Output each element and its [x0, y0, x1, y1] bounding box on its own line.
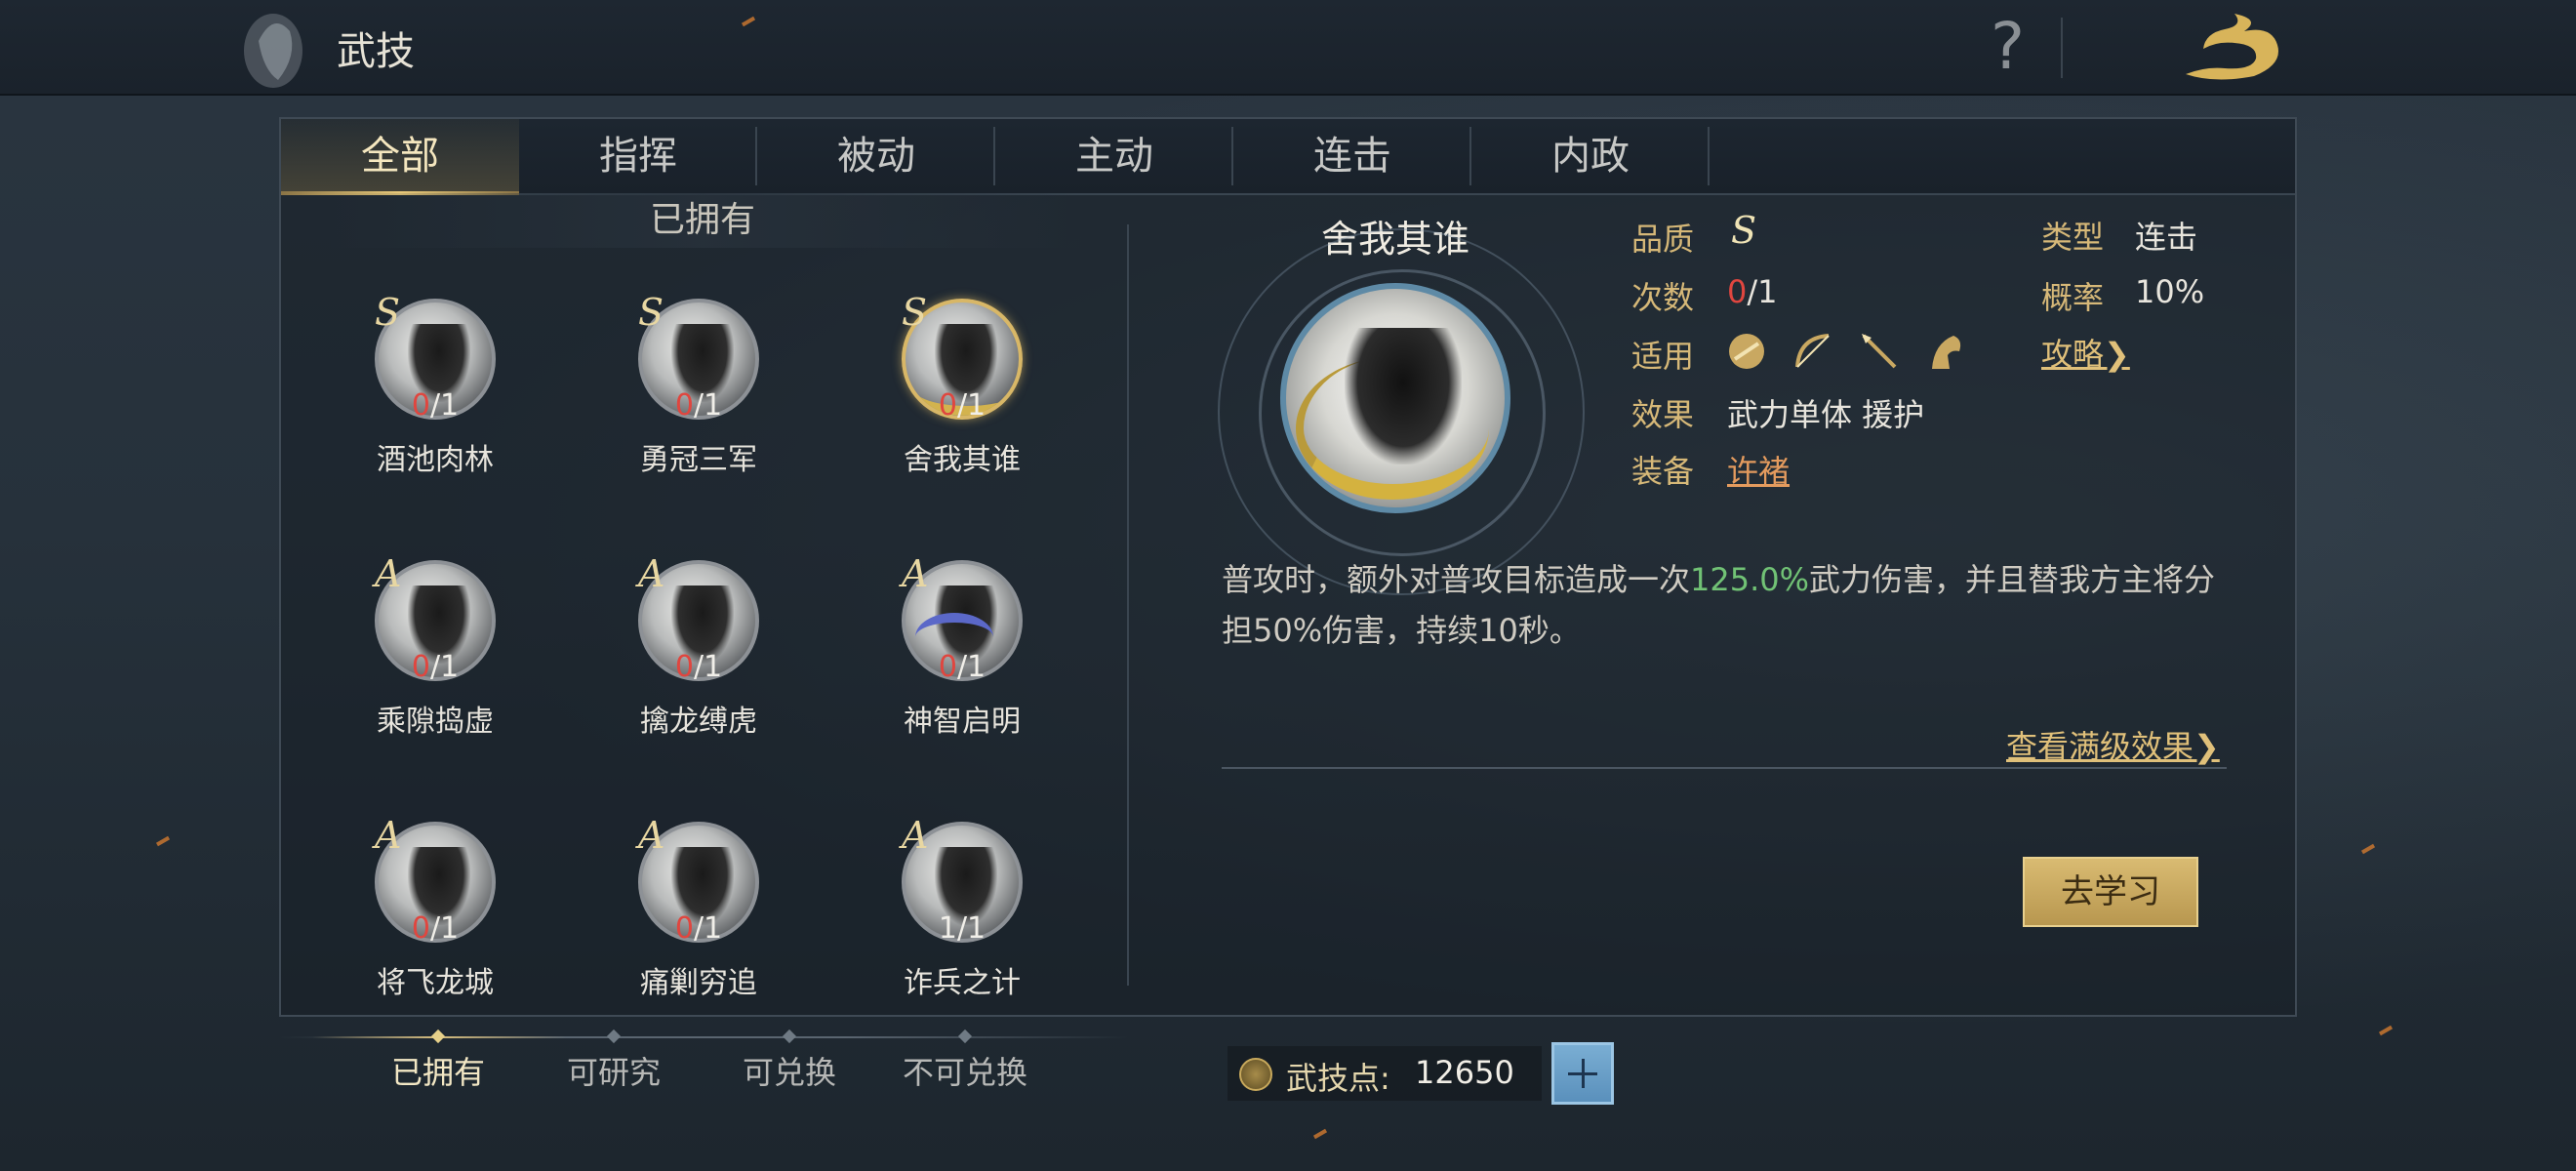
tab-all[interactable]: 全部	[281, 119, 519, 195]
owned-section-header: 已拥有	[322, 193, 1083, 248]
skill-grade: A	[638, 814, 665, 857]
tab-passive[interactable]: 被动	[757, 119, 995, 193]
type-value: 连击	[2135, 219, 2198, 256]
category-tabs: 全部 指挥 被动 主动 连击 内政	[281, 119, 2295, 195]
skill-card[interactable]: S 0/1 酒池肉林	[338, 291, 533, 494]
ember-decoration	[1312, 1128, 1328, 1140]
skill-grade: A	[638, 552, 665, 595]
skill-description: 普攻时，额外对普攻目标造成一次125.0%武力伤害，并且替我方主将分担50%伤害…	[1222, 561, 2216, 649]
skill-points-label: 武技点:	[1286, 1060, 1390, 1097]
tab-divider	[1708, 127, 1710, 185]
filter-marker	[957, 1029, 973, 1044]
skill-name: 神智启明	[904, 705, 1021, 739]
skill-grade: A	[375, 814, 402, 857]
skill-card-selected[interactable]: S 0/1 舍我其谁	[865, 291, 1060, 494]
dragon-emblem-icon	[244, 14, 302, 88]
skill-card[interactable]: A 0/1 将飞龙城	[338, 814, 533, 1017]
quality-value: S	[1731, 209, 1757, 252]
learn-button[interactable]: 去学习	[2023, 857, 2198, 927]
skill-card[interactable]: A 0/1 乘隙捣虚	[338, 552, 533, 755]
skill-name: 诈兵之计	[904, 966, 1021, 1000]
skill-count: 1/1	[938, 911, 986, 946]
skill-grade: A	[902, 552, 929, 595]
filter-researchable[interactable]: 可研究	[526, 1048, 702, 1093]
tab-active[interactable]: 主动	[995, 119, 1233, 193]
skill-grade: S	[375, 291, 401, 334]
skill-count: 0/1	[938, 650, 986, 684]
skill-name: 酒池肉林	[377, 443, 494, 477]
skill-card[interactable]: A 0/1 擒龙缚虎	[601, 552, 796, 755]
equip-general-link[interactable]: 许褚	[1727, 447, 1790, 492]
type-label: 类型	[2041, 219, 2105, 256]
times-label: 次数	[1631, 279, 1695, 316]
bow-unit-icon	[1795, 334, 1830, 368]
tab-combo[interactable]: 连击	[1233, 119, 1471, 193]
skill-name: 擒龙缚虎	[640, 705, 757, 739]
skill-card[interactable]: A 0/1 神智启明	[865, 552, 1060, 755]
top-bar: 武技 ?	[0, 0, 2576, 96]
effect-label: 效果	[1631, 396, 1695, 433]
filter-exchangeable[interactable]: 可兑换	[702, 1048, 877, 1093]
skill-card[interactable]: A 1/1 诈兵之计	[865, 814, 1060, 1017]
guide-link[interactable]: 攻略❯	[2041, 330, 2130, 375]
skill-grade: S	[638, 291, 664, 334]
tab-command[interactable]: 指挥	[519, 119, 757, 193]
skill-count: 0/1	[411, 911, 460, 946]
detail-divider	[1222, 767, 2227, 769]
skill-name: 乘隙捣虚	[377, 705, 494, 739]
page-title: 武技	[337, 29, 415, 74]
apply-label: 适用	[1631, 338, 1695, 375]
ember-decoration	[155, 835, 171, 847]
topbar-divider	[2061, 18, 2063, 78]
skill-name: 勇冠三军	[640, 443, 757, 477]
skill-count: 0/1	[674, 388, 723, 423]
skill-count: 0/1	[411, 388, 460, 423]
quality-label: 品质	[1631, 221, 1695, 258]
filter-not-exchangeable[interactable]: 不可兑换	[877, 1048, 1053, 1093]
spear-unit-icon	[1862, 334, 1897, 369]
skill-count: 0/1	[938, 388, 986, 423]
skill-count: 0/1	[674, 650, 723, 684]
skill-grade: S	[902, 291, 928, 334]
skill-card[interactable]: S 0/1 勇冠三军	[601, 291, 796, 494]
tab-domestic[interactable]: 内政	[1471, 119, 1710, 193]
skill-grade: A	[375, 552, 402, 595]
filter-marker	[606, 1029, 622, 1044]
rate-value: 10%	[2135, 273, 2205, 310]
dragon-logo-icon[interactable]	[2176, 6, 2293, 90]
times-value: 0/1	[1727, 273, 1778, 310]
skill-name: 舍我其谁	[904, 443, 1021, 477]
skill-grade: A	[902, 814, 929, 857]
equip-label: 装备	[1631, 453, 1695, 490]
ember-decoration	[2360, 843, 2376, 855]
rate-label: 概率	[2041, 279, 2105, 316]
panel-divider	[1127, 224, 1129, 986]
skill-point-coin-icon	[1239, 1058, 1272, 1091]
skill-name: 将飞龙城	[377, 966, 494, 1000]
skill-points-value: 12650	[1415, 1054, 1514, 1091]
shield-unit-icon	[1729, 334, 1764, 369]
cavalry-unit-icon	[1932, 336, 1961, 369]
view-max-level-link[interactable]: 查看满级效果❯	[2006, 722, 2220, 767]
filter-marker	[430, 1029, 446, 1044]
add-points-button[interactable]	[1551, 1042, 1614, 1105]
ember-decoration	[2378, 1025, 2394, 1036]
skill-card[interactable]: A 0/1 痛剿穷追	[601, 814, 796, 1017]
filter-marker	[782, 1029, 797, 1044]
skill-name: 痛剿穷追	[640, 966, 757, 1000]
skill-count: 0/1	[411, 650, 460, 684]
skill-count: 0/1	[674, 911, 723, 946]
skill-detail-portrait-icon	[1280, 283, 1510, 513]
help-button[interactable]: ?	[1991, 10, 2025, 84]
filter-owned[interactable]: 已拥有	[350, 1048, 526, 1093]
effect-value: 武力单体 援护	[1727, 396, 1925, 433]
